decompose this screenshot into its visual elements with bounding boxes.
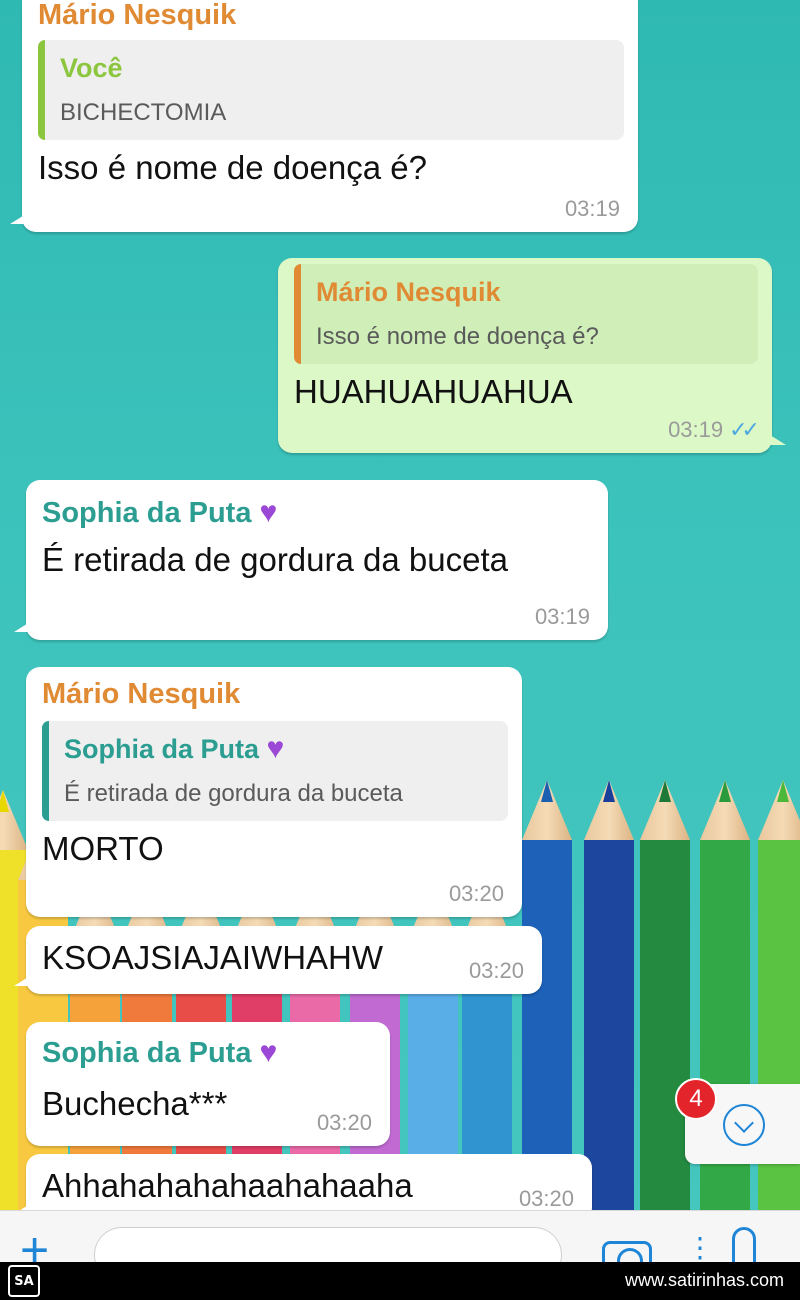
message-input[interactable] bbox=[94, 1227, 562, 1262]
watermark-footer: SA www.satirinhas.com bbox=[0, 1262, 800, 1300]
quoted-sender: Sophia da Puta ♥ bbox=[64, 733, 492, 765]
sender-name: Mário Nesquik bbox=[38, 0, 237, 31]
quoted-sender: Você bbox=[60, 53, 123, 83]
quoted-message[interactable]: Sophia da Puta ♥ É retirada de gordura d… bbox=[42, 721, 508, 821]
purple-heart-icon: ♥ bbox=[266, 732, 285, 765]
sender-name: Sophia da Puta ♥ bbox=[42, 496, 594, 530]
camera-icon[interactable] bbox=[602, 1241, 652, 1262]
purple-heart-icon: ♥ bbox=[259, 496, 278, 529]
message-text: Ahhahahahahaahahaaha bbox=[42, 1167, 413, 1204]
message-bubble-incoming[interactable]: Mário Nesquik Sophia da Puta ♥ É retirad… bbox=[26, 667, 522, 917]
quoted-sender-label: Sophia da Puta bbox=[64, 734, 260, 764]
pencil-decoration bbox=[522, 780, 572, 1210]
message-bubble-incoming[interactable]: Mário Nesquik Você BICHECTOMIA Isso é no… bbox=[10, 0, 638, 232]
message-time: 03:19 ✓✓ bbox=[668, 417, 760, 443]
quoted-message[interactable]: Mário Nesquik Isso é nome de doença é? bbox=[294, 264, 758, 364]
message-text: KSOAJSIAJAIWHAHW bbox=[42, 939, 384, 976]
message-time: 03:20 bbox=[518, 1186, 574, 1211]
sender-name-label: Sophia da Puta bbox=[42, 1037, 252, 1069]
double-check-icon: ✓✓ bbox=[729, 417, 760, 442]
message-text: MORTO bbox=[42, 830, 164, 867]
chevron-down-icon bbox=[723, 1104, 765, 1146]
quoted-text: É retirada de gordura da buceta bbox=[64, 780, 403, 807]
quote-bar bbox=[42, 721, 49, 821]
plus-icon[interactable]: + bbox=[20, 1225, 49, 1262]
message-time: 03:19 bbox=[564, 196, 620, 221]
sender-name: Sophia da Puta ♥ bbox=[42, 1036, 376, 1070]
message-time: 03:20 bbox=[468, 958, 524, 983]
sender-name: Mário Nesquik bbox=[42, 678, 241, 710]
quote-bar bbox=[294, 264, 301, 364]
message-input-bar: + ⋮ bbox=[0, 1210, 800, 1262]
message-bubble-outgoing[interactable]: Mário Nesquik Isso é nome de doença é? H… bbox=[278, 258, 786, 453]
message-time: 03:20 bbox=[316, 1110, 372, 1135]
site-url: www.satirinhas.com bbox=[624, 1270, 784, 1290]
message-bubble-incoming[interactable]: Sophia da Puta ♥ É retirada de gordura d… bbox=[14, 480, 608, 640]
message-text: HUAHUAHUAHUA bbox=[294, 373, 573, 410]
quoted-text: Isso é nome de doença é? bbox=[316, 323, 599, 350]
pencil-decoration bbox=[640, 780, 690, 1210]
purple-heart-icon: ♥ bbox=[259, 1036, 278, 1069]
dots-icon[interactable]: ⋮ bbox=[686, 1231, 714, 1262]
quoted-message[interactable]: Você BICHECTOMIA bbox=[38, 40, 624, 140]
message-text: Isso é nome de doença é? bbox=[38, 149, 427, 186]
message-bubble-incoming[interactable]: KSOAJSIAJAIWHAHW 03:20 bbox=[14, 926, 542, 994]
pencil-decoration bbox=[584, 780, 634, 1210]
quote-bar bbox=[38, 40, 45, 140]
message-time-label: 03:19 bbox=[668, 417, 724, 442]
quoted-text: BICHECTOMIA bbox=[60, 99, 227, 126]
message-bubble-incoming[interactable]: Sophia da Puta ♥ Buchecha*** 03:20 bbox=[26, 1022, 390, 1146]
quoted-sender: Mário Nesquik bbox=[316, 277, 501, 307]
message-text: É retirada de gordura da buceta bbox=[42, 541, 508, 578]
message-time: 03:20 bbox=[448, 881, 504, 906]
message-time: 03:19 bbox=[534, 604, 590, 629]
site-logo: SA bbox=[8, 1265, 40, 1297]
sender-name-label: Sophia da Puta bbox=[42, 497, 252, 529]
unread-count-badge: 4 bbox=[675, 1078, 717, 1120]
microphone-icon[interactable] bbox=[732, 1227, 756, 1262]
